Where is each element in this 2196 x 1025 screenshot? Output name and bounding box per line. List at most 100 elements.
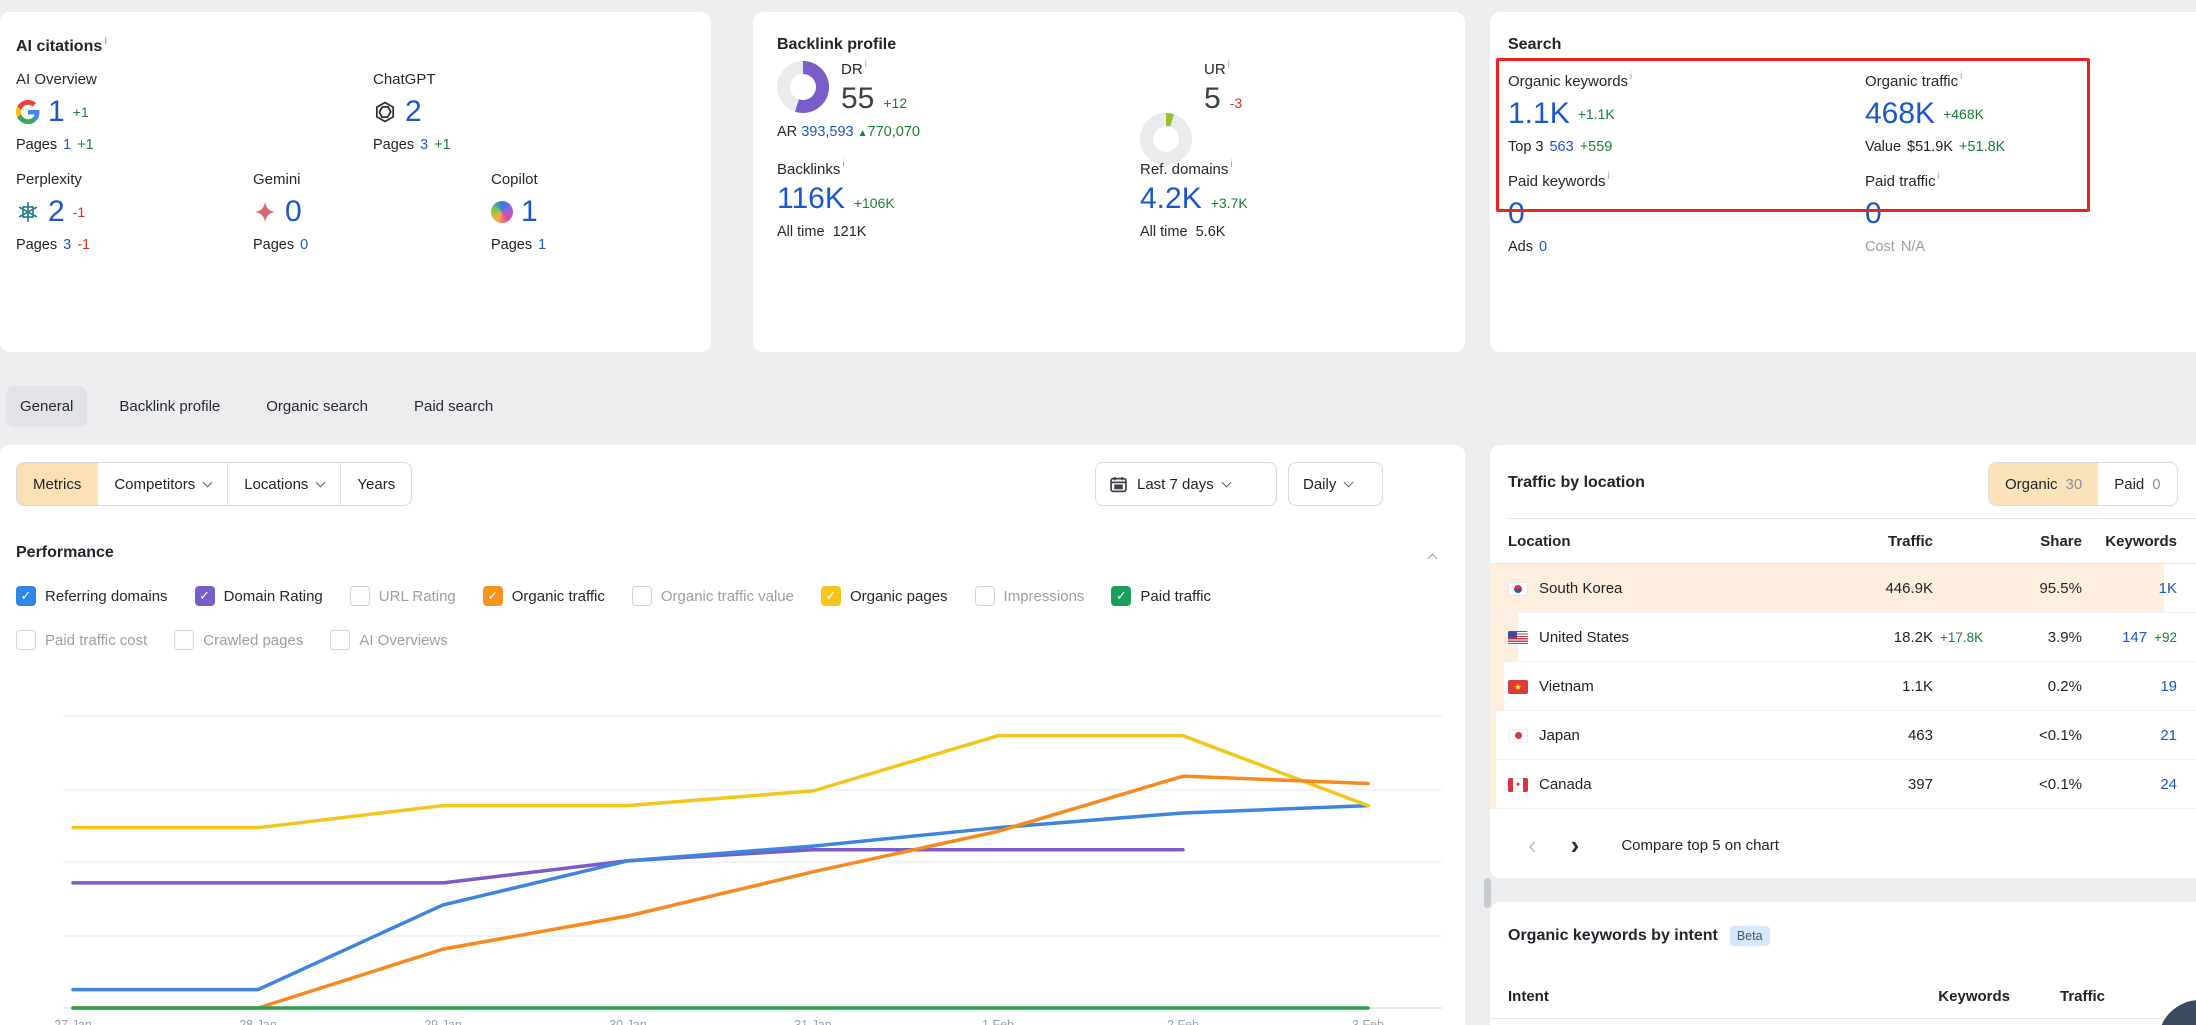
- checkbox-organic-traffic-value[interactable]: Organic traffic value: [632, 586, 794, 606]
- metrics-filter-button[interactable]: Metrics: [17, 463, 98, 505]
- flag-japan-icon: [1508, 729, 1528, 743]
- chatgpt-icon: [373, 100, 397, 124]
- location-name[interactable]: ★Vietnam: [1508, 662, 1594, 711]
- date-range-button[interactable]: Last 7 days: [1095, 462, 1277, 506]
- engine-label: Perplexity: [16, 171, 236, 188]
- pages-value[interactable]: 1: [538, 237, 546, 253]
- unchecked-checkbox-icon[interactable]: [975, 586, 995, 606]
- toggle-organic[interactable]: Organic30: [1989, 463, 2098, 505]
- pages-value[interactable]: 3: [420, 137, 428, 153]
- pages-value[interactable]: 1: [63, 137, 71, 153]
- checkbox-impressions[interactable]: Impressions: [975, 586, 1085, 606]
- series-organic-traffic: [73, 776, 1368, 1008]
- checked-checkbox-icon[interactable]: ✓: [821, 586, 841, 606]
- keywords-link[interactable]: 19: [2160, 678, 2177, 695]
- column-traffic[interactable]: Traffic: [2060, 974, 2105, 1018]
- toggle-paid[interactable]: Paid0: [2098, 463, 2176, 505]
- engine-label: Copilot: [491, 171, 671, 188]
- checkbox-organic-traffic[interactable]: ✓Organic traffic: [483, 586, 605, 606]
- location-name[interactable]: ✦Canada: [1508, 760, 1592, 809]
- compare-top5-link[interactable]: Compare top 5 on chart: [1621, 837, 1779, 854]
- x-axis-label: 31 Jan: [794, 1018, 832, 1025]
- column-share[interactable]: Share: [2040, 519, 2082, 563]
- location-row-vietnam[interactable]: ★Vietnam1.1K0.2%19: [1490, 662, 2196, 711]
- dr-donut-chart: [777, 61, 829, 113]
- pages-value[interactable]: 0: [300, 237, 308, 253]
- collapse-chevron-button[interactable]: [1420, 547, 1436, 565]
- checked-checkbox-icon[interactable]: ✓: [483, 586, 503, 606]
- ur-change: -3: [1230, 95, 1242, 111]
- checkbox-domain-rating[interactable]: ✓ Domain Rating: [195, 586, 323, 606]
- granularity-button[interactable]: Daily: [1288, 462, 1383, 506]
- ref-domains-alltime: All time 5.6K: [1140, 224, 1225, 240]
- tab-backlink-profile[interactable]: Backlink profile: [105, 386, 234, 427]
- checkbox-label: Domain Rating: [224, 588, 323, 605]
- column-location[interactable]: Location: [1508, 519, 1571, 563]
- location-pagination: ‹ › Compare top 5 on chart: [1490, 825, 2196, 865]
- engine-value: 2: [405, 97, 422, 127]
- chevron-down-icon: [203, 478, 213, 488]
- location-row-japan[interactable]: Japan 463 <0.1% 21: [1490, 711, 2196, 760]
- checked-checkbox-icon[interactable]: ✓: [16, 586, 36, 606]
- share-bar: [1490, 662, 1504, 710]
- info-icon: i: [1228, 59, 1230, 70]
- checkbox-referring-domains[interactable]: ✓ Referring domains: [16, 586, 168, 606]
- keywords-link[interactable]: 147: [2122, 629, 2147, 646]
- competitors-filter-button[interactable]: Competitors: [98, 463, 228, 505]
- traffic-value: 463: [1908, 711, 1933, 760]
- checked-checkbox-icon[interactable]: ✓: [1111, 586, 1131, 606]
- backlink-profile-card: Backlink profile DRi 55 +12 AR 393,593 ▲…: [753, 12, 1465, 352]
- pages-label: Pages: [373, 137, 414, 153]
- location-row-canada[interactable]: ✦Canada397<0.1%24: [1490, 760, 2196, 809]
- page-next-button[interactable]: ›: [1571, 832, 1580, 858]
- keywords-link[interactable]: 21: [2160, 727, 2177, 744]
- performance-line-chart[interactable]: 27 Jan28 Jan29 Jan30 Jan31 Jan1 Feb2 Feb…: [0, 630, 1465, 1025]
- location-row-south-korea[interactable]: South Korea446.9K95.5%1K: [1490, 564, 2196, 613]
- years-filter-button[interactable]: Years: [341, 463, 411, 505]
- section-tabs: General Backlink profile Organic search …: [6, 386, 507, 427]
- tab-organic-search[interactable]: Organic search: [252, 386, 382, 427]
- scrollbar-thumb[interactable]: [1484, 878, 1491, 908]
- keywords-link[interactable]: 1K: [2159, 580, 2177, 597]
- locations-filter-button[interactable]: Locations: [228, 463, 341, 505]
- location-name[interactable]: United States: [1508, 613, 1629, 662]
- backlinks-value[interactable]: 116K: [777, 184, 845, 214]
- checked-checkbox-icon[interactable]: ✓: [195, 586, 215, 606]
- ur-value: 5: [1204, 84, 1221, 114]
- tab-paid-search[interactable]: Paid search: [400, 386, 507, 427]
- column-intent[interactable]: Intent: [1508, 974, 1549, 1018]
- column-keywords[interactable]: Keywords: [1938, 974, 2010, 1018]
- unchecked-checkbox-icon[interactable]: [350, 586, 370, 606]
- location-name[interactable]: South Korea: [1508, 564, 1622, 613]
- pages-change: +1: [434, 137, 451, 153]
- keywords-link[interactable]: 24: [2160, 776, 2177, 793]
- tab-general[interactable]: General: [6, 386, 87, 427]
- unchecked-checkbox-icon[interactable]: [632, 586, 652, 606]
- page-prev-button[interactable]: ‹: [1528, 832, 1537, 858]
- column-keywords[interactable]: Keywords: [2105, 519, 2177, 563]
- ar-value[interactable]: 393,593: [801, 124, 853, 140]
- checkbox-url-rating[interactable]: URL Rating: [350, 586, 456, 606]
- engine-value: 1: [521, 197, 538, 227]
- ads-value[interactable]: 0: [1539, 239, 1547, 255]
- location-row-united-states[interactable]: United States18.2K+17.8K3.9%147+92: [1490, 613, 2196, 662]
- engine-value: 2: [48, 197, 65, 227]
- checkbox-organic-pages[interactable]: ✓Organic pages: [821, 586, 948, 606]
- chatgpt-tile: ChatGPT 2 Pages3+1: [373, 71, 673, 153]
- ar-change: 770,070: [868, 124, 920, 140]
- engine-value: 0: [285, 197, 302, 227]
- share-value: <0.1%: [2039, 711, 2082, 760]
- ur-donut-chart: [1140, 113, 1192, 165]
- share-bar: [1490, 760, 1496, 808]
- pages-label: Pages: [16, 137, 57, 153]
- checkbox-label: Referring domains: [45, 588, 168, 605]
- pages-label: Pages: [491, 237, 532, 253]
- checkbox-label: URL Rating: [379, 588, 456, 605]
- column-traffic[interactable]: Traffic: [1888, 519, 1933, 563]
- location-name[interactable]: Japan: [1508, 711, 1580, 760]
- copilot-icon: [491, 201, 513, 223]
- checkbox-paid-traffic[interactable]: ✓Paid traffic: [1111, 586, 1211, 606]
- flag-vietnam-icon: ★: [1508, 680, 1528, 694]
- ref-domains-value[interactable]: 4.2K: [1140, 184, 1202, 214]
- pages-value[interactable]: 3: [63, 237, 71, 253]
